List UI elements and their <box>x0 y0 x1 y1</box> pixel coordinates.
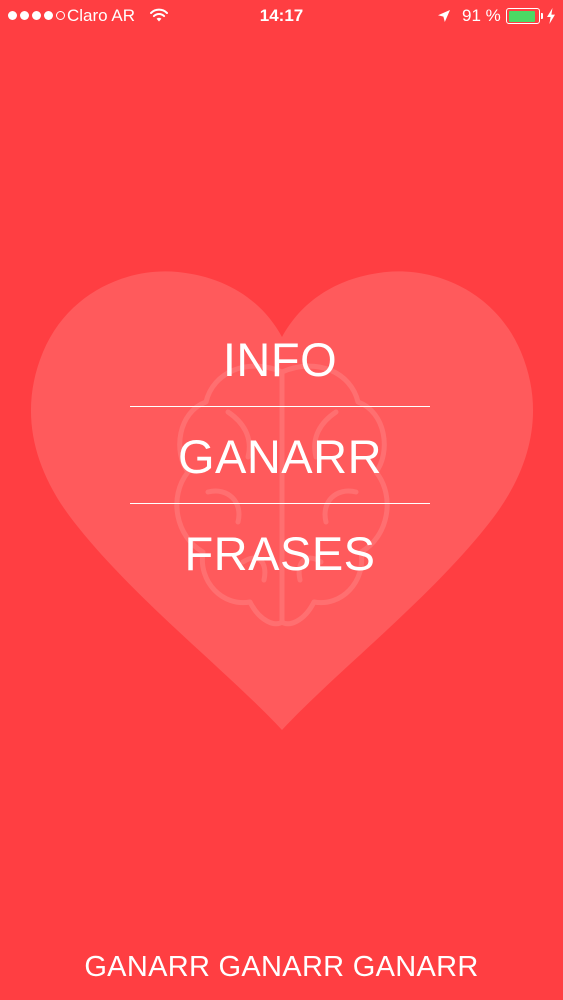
app-screen: Claro AR 14:17 91 % INFO GANARR FRASES G… <box>0 0 563 1000</box>
status-bar: Claro AR 14:17 91 % <box>0 0 563 34</box>
charging-bolt-icon <box>546 8 556 29</box>
menu-item-frases[interactable]: FRASES <box>130 514 430 594</box>
location-arrow-icon <box>437 8 451 28</box>
battery-percent: 91 % <box>462 6 501 25</box>
main-menu: INFO GANARR FRASES <box>130 320 430 594</box>
menu-item-info[interactable]: INFO <box>130 320 430 400</box>
battery-icon <box>506 8 540 24</box>
battery-cap <box>541 13 543 19</box>
menu-divider <box>130 406 430 407</box>
battery-level-fill <box>508 10 535 22</box>
footer-banner[interactable]: GANARR GANARR GANARR <box>0 951 563 984</box>
menu-item-ganarr[interactable]: GANARR <box>130 417 430 497</box>
menu-divider <box>130 503 430 504</box>
